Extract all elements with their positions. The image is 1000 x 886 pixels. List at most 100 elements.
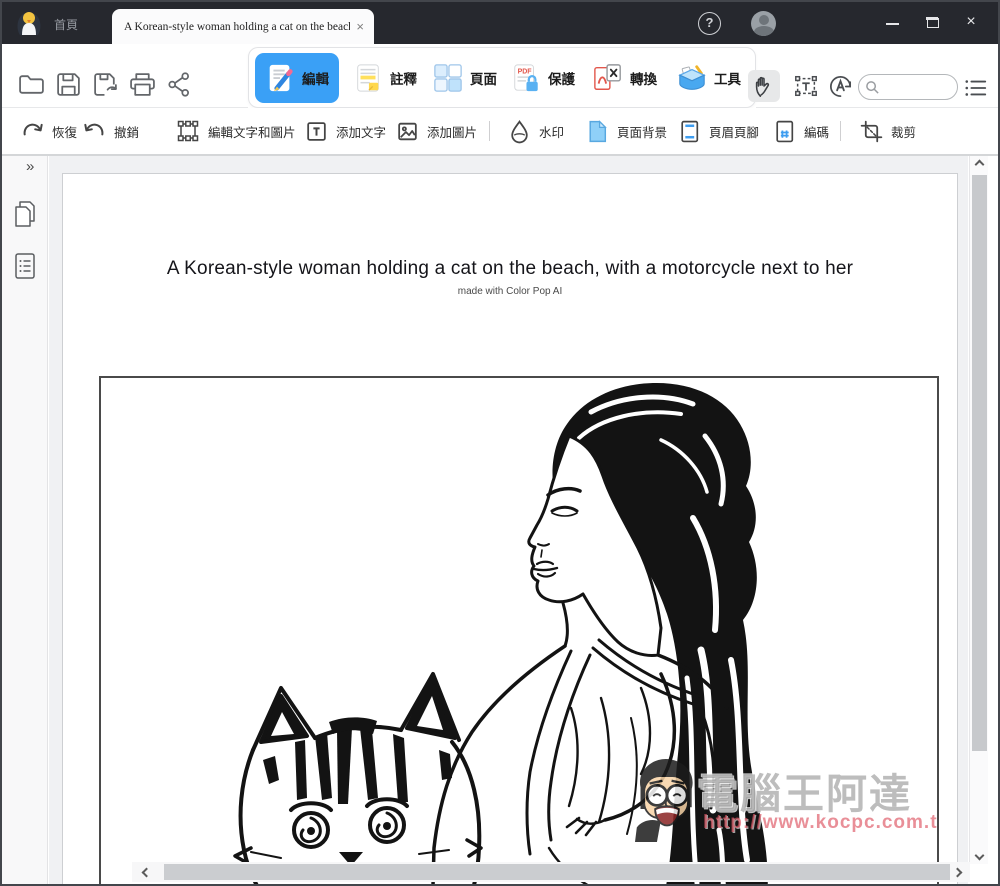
undo-label: 撤銷 <box>114 122 139 141</box>
watermark-url-text: http://www.kocpc.com.tw <box>703 812 939 834</box>
home-tab[interactable]: 首頁 <box>54 16 78 33</box>
page-thumbnails-button[interactable] <box>13 200 37 228</box>
edit-text-image-label: 編輯文字和圖片 <box>208 122 296 141</box>
divider <box>840 121 841 141</box>
scroll-down-button[interactable] <box>970 847 988 864</box>
annotate-tab-icon <box>353 63 383 93</box>
site-watermark: 電腦王阿達 http://www.kocpc.com.tw <box>635 754 937 852</box>
edit-text-image-button[interactable]: 編輯文字和圖片 <box>175 108 296 154</box>
undo-icon <box>82 119 107 144</box>
tab-annotate[interactable]: 註釋 <box>353 53 431 103</box>
divider <box>489 121 490 141</box>
horizontal-scroll-thumb[interactable] <box>164 864 950 880</box>
document-tab[interactable]: A Korean-style woman holding a cat on th… <box>112 9 374 44</box>
bates-number-button[interactable]: 編碼 <box>772 108 829 154</box>
share-button[interactable] <box>166 71 193 98</box>
save-button[interactable] <box>55 71 82 98</box>
bates-number-label: 編碼 <box>804 122 829 141</box>
header-footer-button[interactable]: 頁眉頁腳 <box>677 108 759 154</box>
redo-label: 恢復 <box>52 122 77 141</box>
tab-tools[interactable]: 工具 <box>677 53 753 103</box>
crop-icon <box>859 119 884 144</box>
search-box[interactable] <box>858 74 958 100</box>
undo-button[interactable]: 撤銷 <box>82 108 139 154</box>
vertical-scrollbar[interactable] <box>969 156 988 864</box>
svg-text:PDF: PDF <box>518 68 533 75</box>
watermark-label: 水印 <box>539 122 564 141</box>
header-footer-label: 頁眉頁腳 <box>709 122 759 141</box>
print-button[interactable] <box>129 71 156 98</box>
watermark-icon <box>507 119 532 144</box>
watermark-mascot-icon <box>635 754 699 844</box>
document-tab-title: A Korean-style woman holding a cat on th… <box>124 21 350 33</box>
select-text-tool-button[interactable] <box>790 70 822 102</box>
maximize-button[interactable] <box>927 18 939 28</box>
pdf-page-credit: made with Color Pop AI <box>83 286 937 297</box>
tab-page[interactable]: 頁面 <box>433 53 507 103</box>
tab-protect-label: 保護 <box>548 68 575 88</box>
tab-edit[interactable]: 編輯 <box>255 53 339 103</box>
open-file-button[interactable] <box>18 71 45 98</box>
pdf-page-title: A Korean-style woman holding a cat on th… <box>83 258 937 280</box>
edit-toolbar: 恢復 撤銷 編輯文字和圖片 添加文字 <box>2 108 998 156</box>
text-recognition-button[interactable] <box>824 70 856 102</box>
hand-tool-button[interactable] <box>748 70 780 102</box>
tab-annotate-label: 註釋 <box>390 68 417 88</box>
minimize-button[interactable] <box>886 23 899 25</box>
account-avatar[interactable] <box>751 11 776 36</box>
pdf-page: A Korean-style woman holding a cat on th… <box>62 173 958 884</box>
crop-label: 裁剪 <box>891 122 916 141</box>
page-background-label: 頁面背景 <box>617 122 667 141</box>
menu-list-icon <box>964 77 988 99</box>
redo-button[interactable]: 恢復 <box>20 108 77 154</box>
avatar-shoulders <box>754 26 774 36</box>
tab-convert[interactable]: 轉換 <box>593 53 673 103</box>
left-sidebar: » <box>2 156 48 884</box>
text-recognition-icon <box>827 73 854 100</box>
add-text-label: 添加文字 <box>336 122 386 141</box>
tab-page-label: 頁面 <box>470 68 497 88</box>
watermark-brand-text: 電腦王阿達 <box>697 760 912 820</box>
close-tab-icon[interactable]: × <box>356 19 364 34</box>
line-art-frame: 電腦王阿達 http://www.kocpc.com.tw <box>99 376 939 884</box>
page-background-icon <box>585 119 610 144</box>
help-button[interactable]: ? <box>698 12 721 35</box>
add-image-button[interactable]: 添加圖片 <box>395 108 477 154</box>
watermark-button[interactable]: 水印 <box>507 108 564 154</box>
main-toolbar: 編輯 註釋 <box>2 44 998 108</box>
crop-button[interactable]: 裁剪 <box>859 108 916 154</box>
edit-tab-icon <box>265 63 295 93</box>
scroll-left-button[interactable] <box>138 862 155 882</box>
header-footer-icon <box>677 119 702 144</box>
document-viewport[interactable]: A Korean-style woman holding a cat on th… <box>49 156 968 884</box>
bookmarks-outline-button[interactable] <box>13 252 37 280</box>
protect-tab-icon: PDF <box>511 63 541 93</box>
select-text-icon <box>793 73 819 99</box>
edit-object-icon <box>175 118 201 144</box>
avatar-head <box>759 15 769 25</box>
hand-icon <box>753 74 775 98</box>
add-text-icon <box>304 119 329 144</box>
app-logo-icon[interactable] <box>14 9 44 37</box>
horizontal-scrollbar[interactable] <box>132 862 970 882</box>
page-tab-icon <box>433 63 463 93</box>
menu-list-button[interactable] <box>960 72 992 104</box>
vertical-scroll-thumb[interactable] <box>972 175 987 751</box>
search-input[interactable] <box>880 80 950 94</box>
add-image-label: 添加圖片 <box>427 122 477 141</box>
convert-tab-icon <box>593 63 623 93</box>
titlebar: 首頁 A Korean-style woman holding a cat on… <box>2 2 998 44</box>
scroll-right-button[interactable] <box>949 862 966 882</box>
add-text-button[interactable]: 添加文字 <box>304 108 386 154</box>
add-image-icon <box>395 119 420 144</box>
close-window-button[interactable]: × <box>962 13 980 31</box>
tools-tab-icon <box>677 63 707 93</box>
app-window: 首頁 A Korean-style woman holding a cat on… <box>0 0 1000 886</box>
page-background-button[interactable]: 頁面背景 <box>585 108 667 154</box>
tab-protect[interactable]: PDF 保護 <box>511 53 589 103</box>
ribbon-tabs-panel: 編輯 註釋 <box>248 47 756 108</box>
save-as-button[interactable] <box>92 71 119 98</box>
expand-sidebar-icon[interactable]: » <box>26 158 34 175</box>
tab-convert-label: 轉換 <box>630 68 657 88</box>
scroll-up-button[interactable] <box>970 156 988 173</box>
